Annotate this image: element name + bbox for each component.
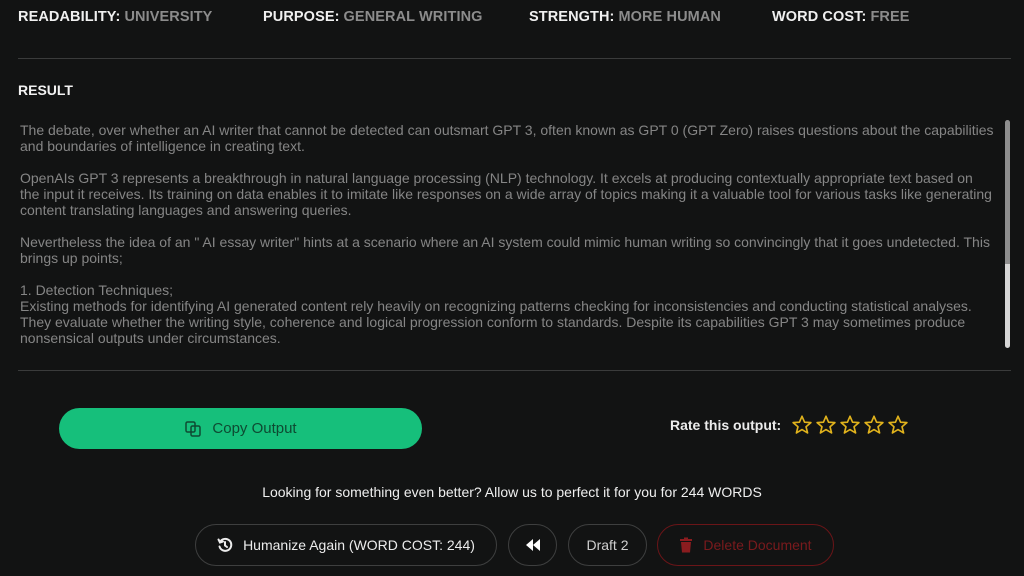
- copy-output-button[interactable]: Copy Output: [59, 408, 422, 449]
- setting-word-cost-label: WORD COST:: [772, 9, 867, 25]
- rating-widget: Rate this output:: [670, 414, 911, 436]
- rate-label: Rate this output:: [670, 417, 782, 433]
- delete-document-label: Delete Document: [703, 537, 812, 553]
- star-icon[interactable]: [839, 414, 861, 436]
- scrollbar-thumb[interactable]: [1005, 264, 1010, 348]
- setting-strength: STRENGTH: MORE HUMAN: [529, 9, 721, 25]
- history-icon: [217, 537, 233, 552]
- result-scrollbar[interactable]: [1005, 120, 1010, 348]
- setting-purpose-value: GENERAL WRITING: [343, 9, 483, 25]
- star-icon[interactable]: [815, 414, 837, 436]
- setting-readability-value: UNIVERSITY: [124, 9, 213, 25]
- setting-strength-value: MORE HUMAN: [618, 9, 721, 25]
- result-text-area[interactable]: The debate, over whether an AI writer th…: [20, 122, 995, 352]
- setting-purpose-label: PURPOSE:: [263, 9, 340, 25]
- setting-word-cost: WORD COST: FREE: [772, 9, 910, 25]
- star-rating: [791, 414, 911, 436]
- humanize-again-button[interactable]: Humanize Again (WORD COST: 244): [195, 524, 497, 566]
- result-paragraph: Nevertheless the idea of an " AI essay w…: [20, 234, 990, 266]
- star-icon[interactable]: [791, 414, 813, 436]
- setting-purpose: PURPOSE: GENERAL WRITING: [263, 9, 483, 25]
- bottom-divider: [18, 370, 1011, 371]
- setting-readability-label: READABILITY:: [18, 9, 121, 25]
- trash-icon: [680, 537, 693, 553]
- star-icon[interactable]: [887, 414, 909, 436]
- humanize-again-label: Humanize Again (WORD COST: 244): [243, 537, 475, 553]
- result-paragraph: The debate, over whether an AI writer th…: [20, 122, 994, 154]
- draft-indicator[interactable]: Draft 2: [568, 524, 647, 566]
- setting-readability: READABILITY: UNIVERSITY: [18, 9, 212, 25]
- rewind-icon: [525, 539, 540, 551]
- setting-word-cost-value: FREE: [870, 9, 910, 25]
- draft-label: Draft 2: [586, 537, 629, 553]
- scrollbar-track-upper: [1005, 120, 1010, 264]
- upsell-text: Looking for something even better? Allow…: [262, 484, 762, 500]
- result-heading: RESULT: [18, 82, 73, 98]
- copy-icon: [185, 420, 202, 437]
- star-icon[interactable]: [863, 414, 885, 436]
- copy-output-label: Copy Output: [212, 420, 297, 437]
- result-paragraph: 1. Detection Techniques; Existing method…: [20, 282, 972, 346]
- setting-strength-label: STRENGTH:: [529, 9, 615, 25]
- top-divider: [18, 58, 1011, 59]
- delete-document-button[interactable]: Delete Document: [657, 524, 834, 566]
- result-paragraph: OpenAIs GPT 3 represents a breakthrough …: [20, 170, 992, 218]
- previous-draft-button[interactable]: [508, 524, 557, 566]
